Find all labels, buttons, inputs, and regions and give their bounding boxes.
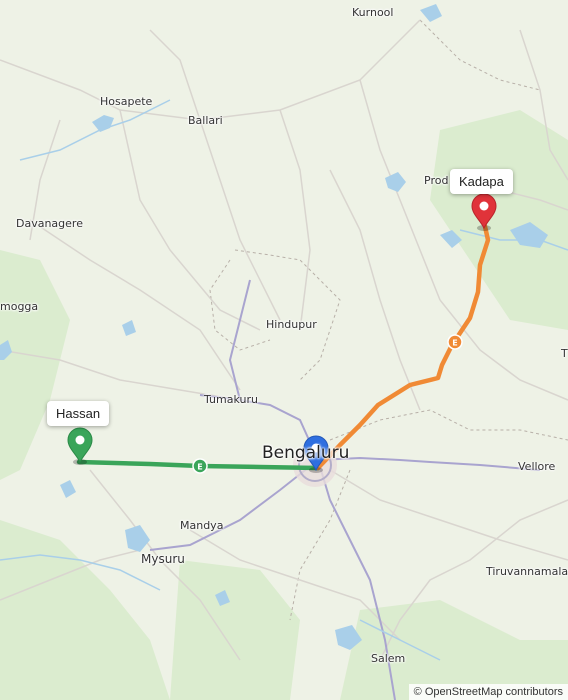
city-label-bengaluru: Bengaluru: [262, 443, 350, 463]
map-canvas[interactable]: E E: [0, 0, 568, 700]
city-label-mandya: Mandya: [180, 519, 224, 532]
map-view[interactable]: E E Kurnool Hosapete Ballari Davanagere …: [0, 0, 568, 700]
city-label-vellore: Vellore: [518, 460, 556, 473]
city-label-hindupur: Hindupur: [266, 318, 317, 331]
city-label-shivamogga: mogga: [0, 300, 39, 313]
start-marker-callout[interactable]: Hassan: [47, 401, 110, 426]
route-shield-label-bengaluru-kadapa: E: [452, 339, 457, 348]
city-label-ballari: Ballari: [188, 114, 223, 127]
city-label-mysuru: Mysuru: [141, 552, 185, 566]
city-label-proddatur: Prod: [424, 174, 449, 187]
route-shield-bengaluru-kadapa: E: [447, 334, 463, 350]
city-label-davanagere: Davanagere: [16, 217, 83, 230]
city-label-tumakuru: Tumakuru: [204, 393, 258, 406]
city-label-kurnool: Kurnool: [352, 6, 394, 19]
city-label-salem: Salem: [371, 652, 406, 665]
route-shield-label-hassan-bengaluru: E: [197, 463, 202, 472]
city-label-tiruvannamalai: Tiruvannamalai: [486, 565, 568, 578]
city-label-hosapete: Hosapete: [100, 95, 153, 108]
map-attribution[interactable]: © OpenStreetMap contributors: [408, 684, 568, 700]
route-shield-hassan-bengaluru: E: [192, 458, 208, 474]
end-marker-callout[interactable]: Kadapa: [450, 169, 513, 194]
city-label-t: T: [561, 347, 568, 360]
